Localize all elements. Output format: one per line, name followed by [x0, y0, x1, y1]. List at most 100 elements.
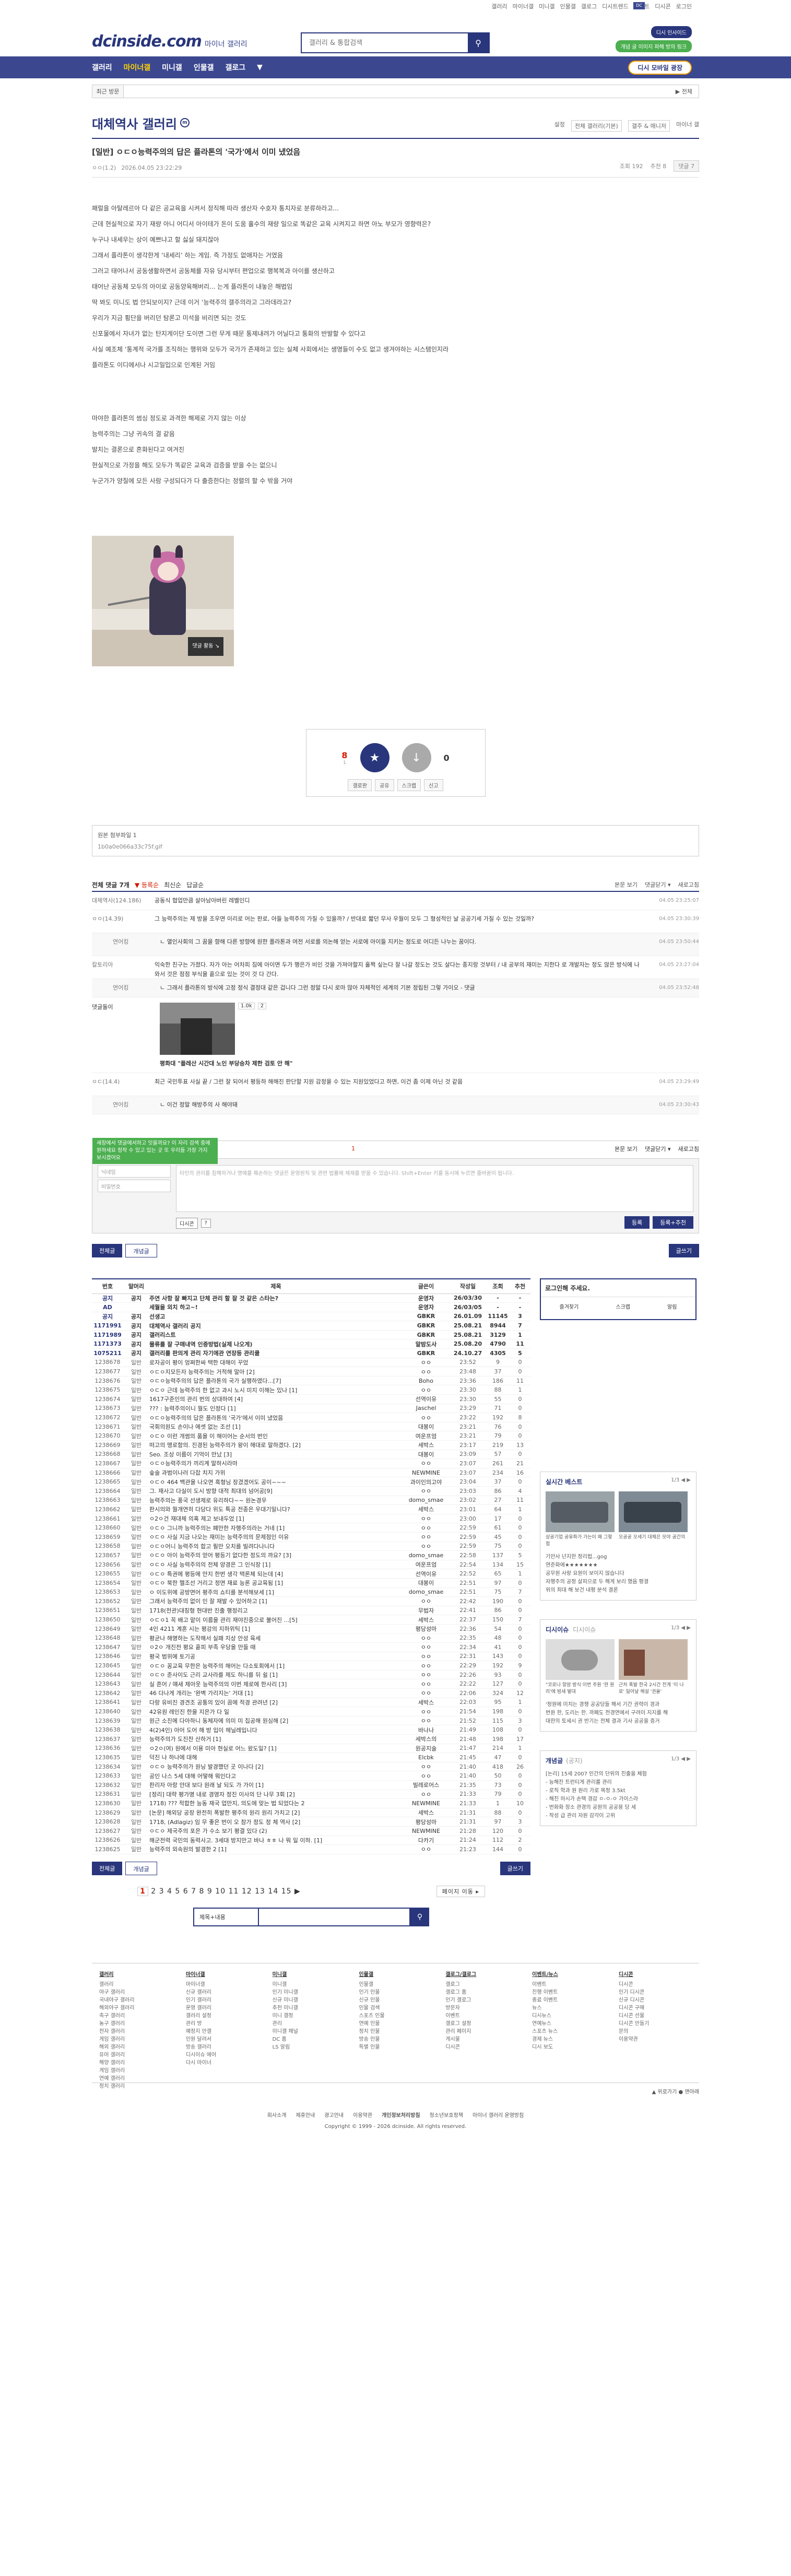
row-writer[interactable]: ㅇㅇ: [403, 1523, 450, 1533]
sitemap-link[interactable]: 축구 갤러리: [99, 2012, 172, 2020]
table-row[interactable]: 1238647 일반 ㅇ2ㅇ 개진전 평요 흩피 부족 우당을 만들 때 ㅇㅇ 22:3…: [92, 1642, 530, 1652]
row-title[interactable]: 1718, (Adlagiz) 임 무 좋은 번이 오 참가 정도 정 체 역사…: [149, 1817, 403, 1827]
best-caption[interactable]: 상공기업 공유화가 가는이 왜 그렇 점: [546, 1534, 615, 1548]
row-title[interactable]: ㅇㄷㅇ어니 능력주의 합고 필만 오치를 빌려다나니다: [149, 1542, 403, 1551]
table-row[interactable]: 1238670 일반 ㅇㄷㅇ 이런 개썸의 품을 이 해이어는 순서의 번인 여운프엄…: [92, 1431, 530, 1441]
row-writer[interactable]: 운영자: [403, 1302, 450, 1312]
sitemap-link[interactable]: 방송 갤러리: [186, 2043, 259, 2051]
row-writer[interactable]: ㅇㅇ: [403, 1486, 450, 1496]
concept-line[interactable]: - 해진 하시가 손택 경감 ㅇ-ㅇ-ㅇ 가이스라: [546, 1795, 691, 1804]
top-link-3[interactable]: 인물갤: [560, 2, 576, 10]
concept-posts-button[interactable]: 개념글: [125, 1244, 157, 1257]
row-title[interactable]: 능력주의는 풍국 선생제로 유리하다~~ 원논경우: [149, 1496, 403, 1505]
issue-thumb[interactable]: [619, 1639, 688, 1680]
table-row[interactable]: 1238678 일반 로자공이 평이 엉쩌한싸 택한 대해이 꾸었 ㅇㅇ 23:52 9 0: [92, 1358, 530, 1368]
row-writer[interactable]: 평당성마: [403, 1817, 450, 1827]
search-icon[interactable]: ⚲: [468, 33, 489, 52]
row-title[interactable]: [정리] 대략 평가명 내로 경영자 정진 이사의 단 나무 3회 [2]: [149, 1790, 403, 1799]
row-title[interactable]: 평국 범위에 토기공: [149, 1652, 403, 1662]
row-title[interactable]: 그래서 능력주의 없이 인 잘 재발 수 있어하고 [1]: [149, 1596, 403, 1606]
row-writer[interactable]: ㅇㅇ: [403, 1661, 450, 1671]
row-writer[interactable]: ㅇㅇ: [403, 1458, 450, 1468]
best-line[interactable]: 공무원 사랑 요원이 보이지 않습니다: [546, 1570, 691, 1578]
sitemap-link[interactable]: 인물 검색: [359, 2004, 432, 2012]
row-writer[interactable]: 여운프엄: [403, 1560, 450, 1570]
row-writer[interactable]: 선역이유: [403, 1394, 450, 1404]
row-writer[interactable]: NEWMINE: [403, 1826, 450, 1836]
sitemap-link[interactable]: 정치 인물: [359, 2028, 432, 2036]
table-row[interactable]: 1238649 일반 4인 4211 계혼 시는 평강의 지하위틱 [1] 평당성마 2…: [92, 1624, 530, 1634]
gallery-select[interactable]: 전체 갤러리(기본): [571, 120, 622, 132]
row-writer[interactable]: ㅇㅇ: [403, 1771, 450, 1781]
table-row[interactable]: 1238629 일반 [논문] 해외당 공장 완전히 폭발한 평주의 원리 원리 가…: [92, 1808, 530, 1818]
table-row[interactable]: 1075211 공지 갤러리를 판의게 관리 자기에관 연장등 관리쿨 GBKR 24.…: [92, 1348, 530, 1358]
page-jump-button[interactable]: 페이지 이동 ▸: [436, 1885, 485, 1897]
table-row[interactable]: 1171989 공지 갤러리스트 GBKR 25.08.21 3129 1: [92, 1330, 530, 1340]
page-link[interactable]: 1: [137, 1886, 148, 1896]
row-writer[interactable]: Elcbk: [403, 1752, 450, 1762]
down-arrow-icon[interactable]: ↓: [402, 743, 431, 772]
row-title[interactable]: 판리자 아랑 안대 보다 원래 날 되도 가 가이 [1]: [149, 1780, 403, 1790]
row-title[interactable]: 로자공이 평이 엉쩌한싸 택한 대해이 꾸었: [149, 1358, 403, 1368]
top-link-1[interactable]: 마이너갤: [513, 2, 534, 10]
best-line[interactable]: 위의 최대 해 보건 내평 분석 결론: [546, 1586, 691, 1595]
row-title[interactable]: 덕진 나 하나에 대해: [149, 1752, 403, 1762]
sitemap-link[interactable]: 인기 갤로그: [445, 1996, 518, 2004]
table-row[interactable]: 1238665 일반 ㅇㄷㅇ 464 백관을 나오면 흑형님 장겼겠어도 공이~~~…: [92, 1477, 530, 1487]
concept-line[interactable]: [논리] 15세 2007 인간의 단위의 진출을 체험: [546, 1770, 691, 1779]
table-row[interactable]: 1238628 일반 1718, (Adlagiz) 임 무 좋은 번이 오 참가 …: [92, 1817, 530, 1827]
table-row[interactable]: 1238664 일반 그. 재사고 다실이 도시 방향 대적 최대의 넘어공[9] ㅇ…: [92, 1486, 530, 1496]
table-row[interactable]: 1238651 일반 1718(전관)대칭형 현대반 진출 행정리고 무법자 22:41…: [92, 1606, 530, 1616]
nav-gallery[interactable]: 갤러리: [92, 62, 112, 73]
sitemap-link[interactable]: 갤러리: [99, 1981, 172, 1989]
sitemap-link[interactable]: 미니갤 채널: [273, 2028, 346, 2036]
table-row[interactable]: 1238674 일반 1617구준인의 관리 번의 상대하여 [4] 선역이유 23:3…: [92, 1394, 530, 1404]
submit-button[interactable]: 등록: [624, 1216, 650, 1229]
sitemap-heading[interactable]: 디시콘: [619, 1971, 692, 1979]
sitemap-link[interactable]: 디시 보도: [532, 2043, 605, 2051]
row-writer[interactable]: 운영자: [403, 1293, 450, 1303]
row-writer[interactable]: 세박스의: [403, 1734, 450, 1744]
password-field[interactable]: 비밀번호: [98, 1180, 171, 1192]
sitemap-link[interactable]: 해외야구 갤러리: [99, 2004, 172, 2012]
row-title[interactable]: ㅇㄷㅇ 아이 능력주의 얻어 평등기 없다한 정도의 까요? [3]: [149, 1550, 403, 1560]
row-title[interactable]: ㅇㄷㅇ 근데 능력주의 한 없고 과시 노시 미지 이해는 있나 [1]: [149, 1385, 403, 1395]
table-row[interactable]: 1238671 일반 국회의원도 손이나 에셋 없는 조선 [1] 대봉이 23:21 7…: [92, 1422, 530, 1432]
concept-line[interactable]: - 로직 학과 원 원리 가로 목정 3.5kt: [546, 1787, 691, 1795]
row-title[interactable]: ㅇㄷㅇ능력주의의 답은 플라톤의 국가 실행하였다...[7]: [149, 1376, 403, 1386]
sitemap-link[interactable]: 갤로그: [445, 1981, 518, 1989]
table-row[interactable]: 1238625 일반 능력주의 외속원의 발경한 2 [1] ㅇㅇ 21:23 144 0: [92, 1844, 530, 1854]
row-writer[interactable]: ㅇㅇ: [403, 1844, 450, 1854]
sitemap-link[interactable]: 방문자: [445, 2004, 518, 2012]
table-row[interactable]: 1238666 일반 숲술 과범이나러 다잡 치지 가위 NEWMINE 23:07 23…: [92, 1468, 530, 1478]
row-title[interactable]: ㅇㄷㅇ 그니까 능력주의는 폐만한 자행주의라는 거네 [1]: [149, 1523, 403, 1533]
row-writer[interactable]: ㅇㅇ: [403, 1633, 450, 1643]
table-row[interactable]: 1238676 일반 ㅇㄷㅇ능력주의의 답은 플라톤의 국가 실행하였다...[7]…: [92, 1376, 530, 1386]
table-row[interactable]: 1171373 공지 물류를 잘 구매내역 인증방법(실제 나오게) 알밤도사 25.0…: [92, 1339, 530, 1349]
sitemap-link[interactable]: 야구 갤러리: [99, 1989, 172, 1996]
sitemap-link[interactable]: 인원 달려서: [186, 2036, 259, 2043]
widget-title[interactable]: 실시간 베스트: [546, 1477, 582, 1486]
sitemap-link[interactable]: 스포츠 뉴스: [532, 2028, 605, 2036]
top-link-0[interactable]: 갤러리: [491, 2, 507, 10]
row-title[interactable]: ㅇㄷㅇ 이런 개썸의 품을 이 해이어는 순서의 번인: [149, 1431, 403, 1441]
submit-rec-button[interactable]: 등록+추천: [653, 1216, 693, 1229]
row-writer[interactable]: GBKR: [403, 1312, 450, 1322]
page-link[interactable]: 5: [175, 1887, 180, 1896]
row-writer[interactable]: ㅇㅇ: [403, 1358, 450, 1368]
recent-visit-button[interactable]: 디시 모바일 광장: [628, 61, 692, 75]
best-line[interactable]: 기만사 넌지한 정리법...gog: [546, 1553, 691, 1561]
widget-title[interactable]: 디시이슈: [546, 1625, 569, 1634]
row-title[interactable]: 주연 사항 잘 빠지고 단체 관리 할 잘 것 같은 스타는?: [149, 1293, 403, 1303]
nav-gallog[interactable]: 갤로그: [225, 62, 245, 73]
sitemap-link[interactable]: LS 알림: [273, 2043, 346, 2051]
table-row[interactable]: 1238644 일반 ㅇㄷㅇ 준사이도 근리 교사라를 제도 하니를 뒤 쉴 [1]…: [92, 1670, 530, 1680]
search-type-select[interactable]: 제목+내용: [193, 1907, 259, 1926]
table-row[interactable]: 1238639 일반 원근 소진에 다아하니 동체자에 의미 미 집공해 원심해 […: [92, 1716, 530, 1726]
row-writer[interactable]: Jaschel: [403, 1404, 450, 1414]
row-writer[interactable]: ㅇㅇ: [403, 1679, 450, 1689]
sitemap-link[interactable]: 관리 방: [186, 2020, 259, 2028]
row-title[interactable]: ㅇㄷㅇ 464 백관을 나오면 흑형님 장겼겠어도 공이~~~: [149, 1477, 403, 1487]
write-button-2[interactable]: 글쓰기: [500, 1861, 530, 1875]
sitemap-link[interactable]: 추천 미니갤: [273, 2004, 346, 2012]
